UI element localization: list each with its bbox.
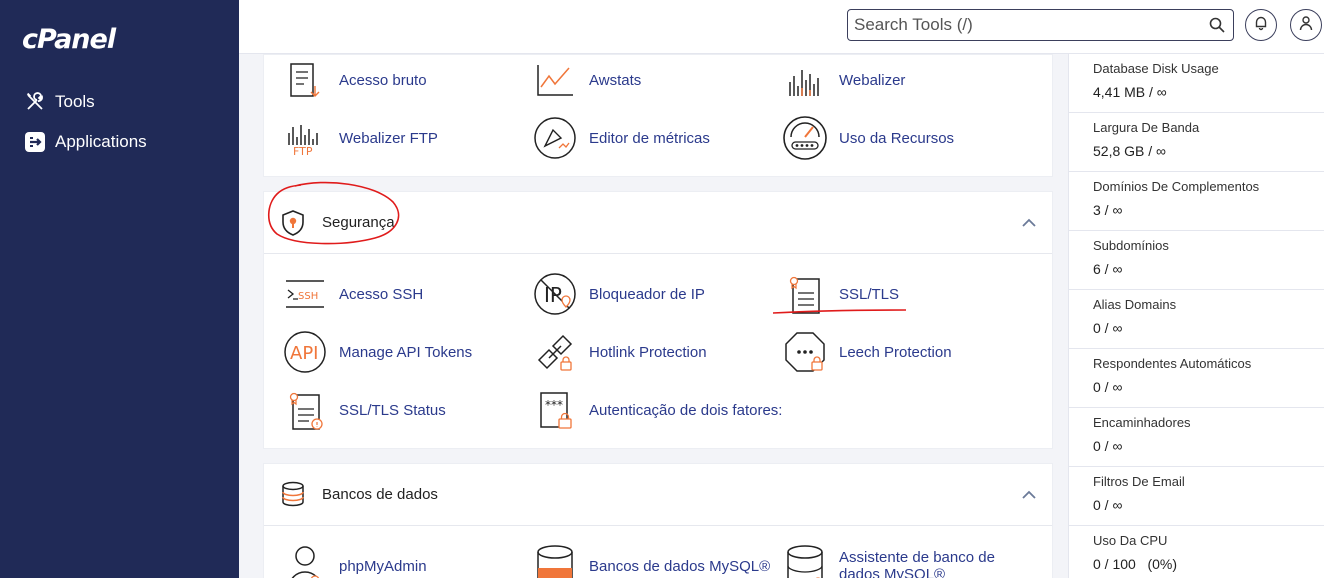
chevron-up-icon[interactable]: [1022, 215, 1036, 233]
tool-ssl-tls-status[interactable]: SSL/TLS Status: [282, 387, 446, 433]
search-box[interactable]: [847, 9, 1234, 41]
raw-access-icon: [282, 57, 328, 103]
applications-icon: [24, 131, 46, 153]
tool-ip-blocker[interactable]: IP Bloqueador de IP: [532, 271, 705, 317]
phpmyadmin-icon: [282, 543, 328, 578]
tool-raw-access[interactable]: Acesso bruto: [282, 57, 427, 103]
stat-item: Domínios De Complementos 3 / ∞: [1069, 172, 1324, 231]
section-title: Segurança: [322, 214, 395, 231]
databases-panel-header[interactable]: Bancos de dados: [264, 464, 1052, 526]
stat-item: Filtros De Email 0 / ∞: [1069, 467, 1324, 526]
stat-item: Encaminhadores 0 / ∞: [1069, 408, 1324, 467]
tool-webalizer-ftp[interactable]: FTP Webalizer FTP: [282, 115, 438, 161]
tool-resource-usage[interactable]: Uso da Recursos: [782, 115, 954, 161]
tool-metrics-editor[interactable]: Editor de métricas: [532, 115, 710, 161]
api-icon: API: [282, 329, 328, 375]
webalizer-ftp-icon: FTP: [282, 115, 328, 161]
chevron-up-icon[interactable]: [1022, 487, 1036, 505]
tool-mysql-databases[interactable]: Bancos de dados MySQL®: [532, 543, 770, 578]
sidebar-item-label: Applications: [55, 132, 147, 151]
metrics-panel: Acesso bruto Awstats Webalizer FTP Webal…: [263, 54, 1053, 177]
database-icon: [280, 481, 306, 512]
webalizer-icon: [782, 57, 828, 103]
stat-item: Database Disk Usage 4,41 MB / ∞: [1069, 54, 1324, 113]
tool-mysql-wizard[interactable]: Assistente de banco de dados MySQL®: [782, 543, 1009, 578]
security-panel-header[interactable]: Segurança: [264, 192, 1052, 254]
ssl-status-icon: [282, 387, 328, 433]
ssl-tls-icon: [782, 271, 828, 317]
tool-hotlink-protection[interactable]: Hotlink Protection: [532, 329, 707, 375]
stat-item: Alias Domains 0 / ∞: [1069, 290, 1324, 349]
tool-ssl-tls[interactable]: SSL/TLS: [782, 271, 899, 317]
databases-panel: Bancos de dados phpMyAdmin Bancos de dad…: [263, 463, 1053, 578]
svg-text:FTP: FTP: [293, 145, 313, 157]
security-panel: Segurança SSH Acesso SSH IP Bloqueador d…: [263, 191, 1053, 449]
two-factor-icon: ***: [532, 387, 578, 433]
tool-ssh-access[interactable]: SSH Acesso SSH: [282, 271, 423, 317]
tool-awstats[interactable]: Awstats: [532, 57, 641, 103]
leech-icon: [782, 329, 828, 375]
tool-two-factor-auth[interactable]: *** Autenticação de dois fatores:: [532, 387, 782, 433]
notifications-button[interactable]: [1245, 9, 1277, 41]
search-input[interactable]: [854, 14, 1194, 36]
sidebar-item-label: Tools: [55, 92, 95, 111]
awstats-icon: [532, 57, 578, 103]
tool-leech-protection[interactable]: Leech Protection: [782, 329, 952, 375]
cpanel-logo[interactable]: cPanel: [22, 24, 116, 55]
stats-column: Database Disk Usage 4,41 MB / ∞ Largura …: [1068, 54, 1324, 578]
tools-icon: [24, 91, 46, 113]
metrics-editor-icon: [532, 115, 578, 161]
sidebar-item-tools[interactable]: Tools: [24, 91, 95, 113]
sidebar: cPanel Tools Applications: [0, 0, 239, 578]
mysql-icon: [532, 543, 578, 578]
svg-text:***: ***: [545, 398, 563, 412]
section-title: Bancos de dados: [322, 486, 438, 503]
search-icon[interactable]: [1209, 17, 1225, 38]
shield-icon: [280, 209, 306, 242]
sidebar-item-applications[interactable]: Applications: [24, 131, 147, 153]
top-bar: [239, 0, 1324, 54]
tool-manage-api-tokens[interactable]: API Manage API Tokens: [282, 329, 472, 375]
svg-text:SSH: SSH: [298, 291, 318, 302]
stat-item: Respondentes Automáticos 0 / ∞: [1069, 349, 1324, 408]
resource-usage-icon: [782, 115, 828, 161]
tool-webalizer[interactable]: Webalizer: [782, 57, 905, 103]
ip-blocker-icon: IP: [532, 271, 578, 317]
svg-text:API: API: [290, 343, 318, 364]
mysql-wizard-icon: [782, 543, 828, 578]
user-icon: [1298, 15, 1314, 36]
tool-phpmyadmin[interactable]: phpMyAdmin: [282, 543, 427, 578]
bell-icon: [1253, 15, 1269, 36]
hotlink-icon: [532, 329, 578, 375]
user-menu-button[interactable]: [1290, 9, 1322, 41]
stat-item: Largura De Banda 52,8 GB / ∞: [1069, 113, 1324, 172]
stat-item: Uso Da CPU 0 / 100 (0%): [1093, 533, 1178, 572]
stat-item: Subdomínios 6 / ∞: [1069, 231, 1324, 290]
ssh-icon: SSH: [282, 271, 328, 317]
